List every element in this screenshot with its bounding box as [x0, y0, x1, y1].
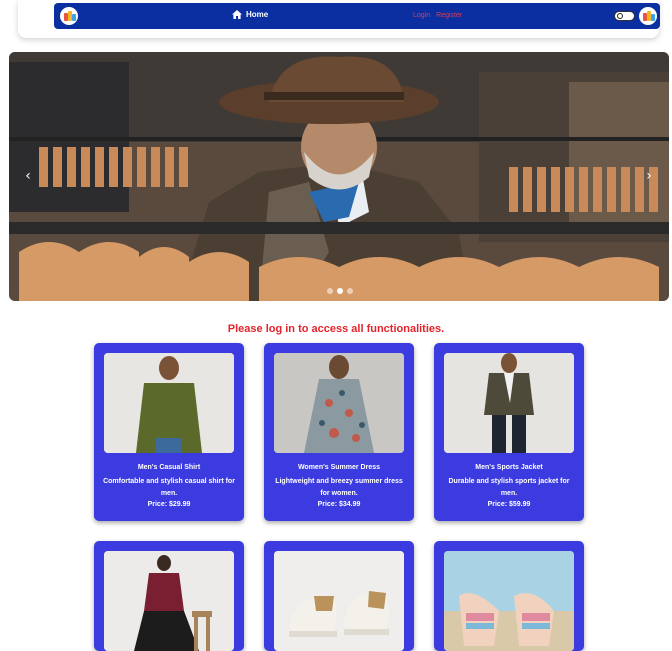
carousel-next-button[interactable]: ›: [642, 169, 656, 183]
register-link[interactable]: Register: [436, 12, 462, 19]
brand-logo[interactable]: [60, 7, 78, 25]
product-image: [104, 353, 234, 453]
product-card[interactable]: Men's Casual Shirt Comfortable and styli…: [94, 343, 244, 521]
product-name: Men's Casual Shirt: [137, 464, 201, 471]
product-description: Lightweight and breezy summer dress for …: [275, 478, 403, 497]
home-link[interactable]: Home: [232, 10, 268, 19]
home-icon: [232, 10, 242, 19]
home-label: Home: [246, 10, 269, 19]
product-card[interactable]: [264, 541, 414, 651]
product-price: Price: $34.99: [317, 501, 361, 508]
carousel-dot-2[interactable]: [337, 288, 343, 294]
navbar: Home Login Register: [54, 3, 660, 29]
product-name: Men's Sports Jacket: [475, 464, 543, 471]
hero-carousel: ‹ ›: [9, 52, 669, 301]
theme-toggle[interactable]: [614, 11, 635, 21]
product-image: [274, 551, 404, 651]
product-description: Comfortable and stylish casual shirt for…: [103, 478, 235, 497]
product-price: Price: $29.99: [147, 501, 191, 508]
carousel-dot-1[interactable]: [327, 288, 333, 294]
carousel-indicators: [327, 288, 353, 294]
product-image: [444, 551, 574, 651]
product-description: Durable and stylish sports jacket for me…: [448, 478, 570, 497]
product-image: [104, 551, 234, 651]
user-avatar[interactable]: [639, 7, 657, 25]
product-image: [444, 353, 574, 453]
product-card[interactable]: Men's Sports Jacket Durable and stylish …: [434, 343, 584, 521]
login-link[interactable]: Login: [413, 12, 430, 19]
product-name: Women's Summer Dress: [297, 464, 381, 471]
carousel-dot-3[interactable]: [347, 288, 353, 294]
product-image: [274, 353, 404, 453]
header: Home Login Register: [18, 0, 660, 38]
product-price: Price: $59.99: [487, 501, 531, 508]
product-card[interactable]: [94, 541, 244, 651]
carousel-prev-button[interactable]: ‹: [21, 169, 35, 183]
product-card[interactable]: [434, 541, 584, 651]
toggle-knob-icon: [617, 13, 623, 19]
product-card[interactable]: Women's Summer Dress Lightweight and bre…: [264, 343, 414, 521]
carousel-slide-image: [9, 52, 669, 301]
login-notice: Please log in to access all functionalit…: [227, 323, 445, 335]
